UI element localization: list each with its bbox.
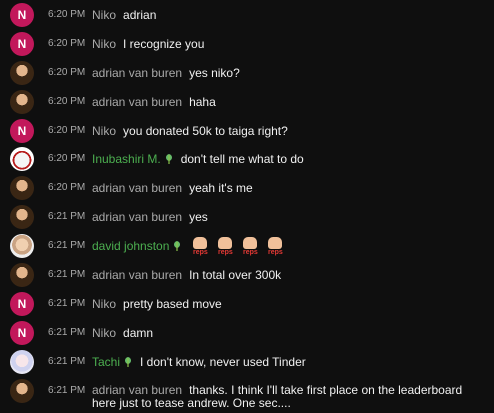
author-avatar[interactable]: N xyxy=(10,291,34,316)
message-text: damn xyxy=(123,325,154,340)
author-name[interactable]: Niko xyxy=(92,118,116,144)
author-avatar[interactable]: N xyxy=(10,118,34,143)
reps-emote-icon[interactable]: reps xyxy=(239,235,261,257)
message-content: Niko pretty based move xyxy=(92,291,222,317)
message-content: adrian van buren yes niko? xyxy=(92,60,240,86)
author-name[interactable]: Inubashiri M. xyxy=(92,146,161,172)
message-content: Niko adrian xyxy=(92,2,156,28)
chat-message[interactable]: N 6:20 PM Niko you donated 50k to taiga rig… xyxy=(0,118,494,147)
author-name[interactable]: adrian van buren xyxy=(92,383,182,397)
chat-message[interactable]: 6:21 PM adrian van buren In total over 300… xyxy=(0,262,494,291)
author-avatar[interactable] xyxy=(10,263,34,288)
author-avatar[interactable] xyxy=(10,60,34,85)
message-text: you donated 50k to taiga right? xyxy=(123,123,288,138)
author-name[interactable]: david johnston xyxy=(92,233,169,259)
message-content: adrian van buren In total over 300k xyxy=(92,262,281,288)
chat-message[interactable]: N 6:20 PM Niko I recognize you xyxy=(0,31,494,60)
author-avatar[interactable]: N xyxy=(10,3,34,27)
message-text: pretty based move xyxy=(123,296,222,311)
message-content: Tachi I don't know, never used Tinder xyxy=(92,349,306,375)
message-timestamp: 6:21 PM xyxy=(48,326,86,338)
message-text: yes niko? xyxy=(189,65,240,80)
message-timestamp: 6:20 PM xyxy=(48,153,86,165)
message-timestamp: 6:21 PM xyxy=(48,384,86,396)
message-content: adrian van buren thanks. I think I'll tak… xyxy=(92,378,488,410)
reps-emote-icon[interactable]: reps xyxy=(264,235,286,257)
author-name[interactable]: Niko xyxy=(92,2,116,28)
message-content: Niko you donated 50k to taiga right? xyxy=(92,118,288,144)
author-avatar[interactable] xyxy=(10,234,34,259)
author-name[interactable]: adrian van buren xyxy=(92,60,182,86)
message-text: In total over 300k xyxy=(189,268,282,283)
message-text: adrian xyxy=(123,8,157,22)
author-name[interactable]: adrian van buren xyxy=(92,175,182,201)
message-timestamp: 6:20 PM xyxy=(48,37,86,49)
message-timestamp: 6:21 PM xyxy=(48,240,86,252)
chat-message[interactable]: N 6:21 PM Niko damn xyxy=(0,320,494,349)
author-name[interactable]: Tachi xyxy=(92,349,120,375)
message-timestamp: 6:20 PM xyxy=(48,182,86,194)
message-timestamp: 6:20 PM xyxy=(48,124,86,136)
chat-message[interactable]: 6:21 PM Tachi I don't know, never used Tin… xyxy=(0,349,494,378)
author-avatar[interactable] xyxy=(10,89,34,114)
author-avatar[interactable] xyxy=(10,378,34,403)
emote-label: reps xyxy=(217,249,233,257)
author-avatar[interactable]: N xyxy=(10,320,34,345)
author-avatar[interactable]: N xyxy=(10,31,34,56)
message-text: yes xyxy=(189,210,208,225)
chat-message[interactable]: 6:20 PM adrian van buren haha xyxy=(0,89,494,118)
message-content: david johnston reps reps reps reps xyxy=(92,233,289,259)
message-text: yeah it's me xyxy=(189,181,253,196)
author-avatar[interactable] xyxy=(10,147,34,172)
message-timestamp: 6:20 PM xyxy=(48,66,86,78)
chat-message[interactable]: 6:21 PM adrian van buren thanks. I think I… xyxy=(0,378,494,412)
chat-message[interactable]: 6:21 PM adrian van buren yes xyxy=(0,204,494,233)
live-chat-list: N 6:20 PM Niko adrian N 6:20 PM Niko I recogniz… xyxy=(0,0,494,413)
author-avatar[interactable] xyxy=(10,349,34,374)
message-text: haha xyxy=(189,94,216,109)
leaf-badge-icon xyxy=(174,241,181,252)
message-content: adrian van buren haha xyxy=(92,89,216,115)
chat-message[interactable]: 6:20 PM adrian van buren yes niko? xyxy=(0,60,494,89)
message-timestamp: 6:21 PM xyxy=(48,297,86,309)
message-text: don't tell me what to do xyxy=(180,152,304,167)
chat-message[interactable]: 6:20 PM adrian van buren yeah it's me xyxy=(0,175,494,204)
emote-label: reps xyxy=(242,249,258,257)
message-timestamp: 6:21 PM xyxy=(48,355,86,367)
flexed-arm-icon xyxy=(243,237,258,250)
author-name[interactable]: Niko xyxy=(92,320,116,346)
message-text: I recognize you xyxy=(123,36,205,51)
message-text: I don't know, never used Tinder xyxy=(140,354,306,369)
message-timestamp: 6:20 PM xyxy=(48,9,86,20)
chat-message[interactable]: 6:21 PM david johnston reps reps reps reps xyxy=(0,233,494,262)
author-avatar[interactable] xyxy=(10,176,34,201)
emote-label: reps xyxy=(267,249,283,257)
reps-emote-icon[interactable]: reps xyxy=(214,235,236,257)
message-timestamp: 6:20 PM xyxy=(48,95,86,107)
message-content: adrian van buren yeah it's me xyxy=(92,175,253,201)
flexed-arm-icon xyxy=(193,237,208,250)
author-name[interactable]: adrian van buren xyxy=(92,262,182,288)
flexed-arm-icon xyxy=(218,237,233,250)
author-avatar[interactable] xyxy=(10,205,34,230)
message-timestamp: 6:21 PM xyxy=(48,211,86,223)
reps-emote-icon[interactable]: reps xyxy=(189,235,211,257)
emote-label: reps xyxy=(192,249,208,257)
chat-message[interactable]: N 6:21 PM Niko pretty based move xyxy=(0,291,494,320)
author-name[interactable]: adrian van buren xyxy=(92,89,182,115)
message-timestamp: 6:21 PM xyxy=(48,269,86,281)
leaf-badge-icon xyxy=(165,154,172,165)
author-name[interactable]: Niko xyxy=(92,31,116,57)
author-name[interactable]: Niko xyxy=(92,291,116,317)
message-content: Niko I recognize you xyxy=(92,31,204,57)
message-content: Niko damn xyxy=(92,320,153,346)
leaf-badge-icon xyxy=(125,356,132,367)
flexed-arm-icon xyxy=(268,237,283,250)
chat-message[interactable]: N 6:20 PM Niko adrian xyxy=(0,2,494,31)
chat-message[interactable]: 6:20 PM Inubashiri M. don't tell me what t… xyxy=(0,146,494,175)
message-content: adrian van buren yes xyxy=(92,204,208,230)
message-content: Inubashiri M. don't tell me what to do xyxy=(92,146,304,172)
author-name[interactable]: adrian van buren xyxy=(92,204,182,230)
